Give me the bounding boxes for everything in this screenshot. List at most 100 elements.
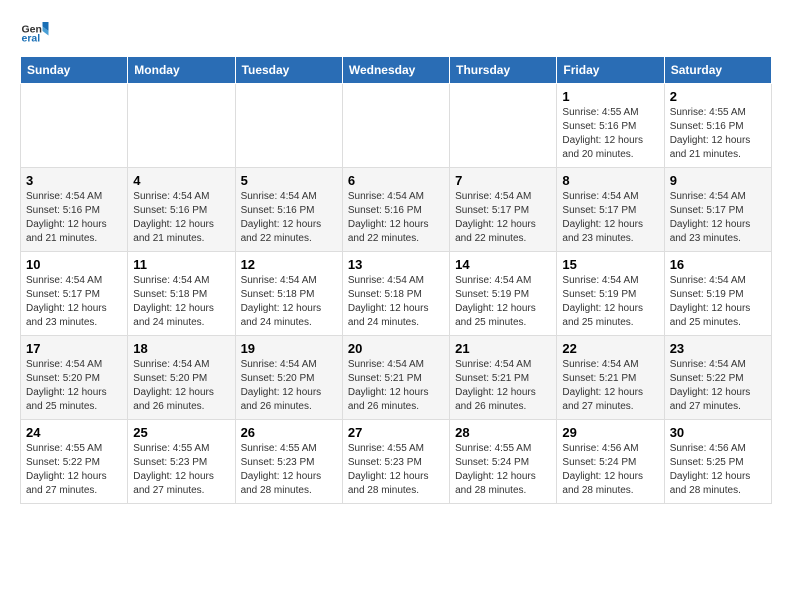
calendar-cell: 17Sunrise: 4:54 AM Sunset: 5:20 PM Dayli…	[21, 336, 128, 420]
day-info: Sunrise: 4:55 AM Sunset: 5:24 PM Dayligh…	[455, 442, 551, 498]
calendar-cell: 15 Sunrise: 4:54 AM Sunset: 5:19 PM Dayli…	[557, 252, 664, 336]
day-number: 12	[241, 257, 337, 272]
column-header-friday: Friday	[557, 57, 664, 84]
calendar-cell: 13 Sunrise: 4:54 AM Sunset: 5:18 PM Dayli…	[342, 252, 449, 336]
calendar-cell: 24 Sunrise: 4:55 AM Sunset: 5:22 PM Dayli…	[21, 420, 128, 504]
day-info: Sunrise: 4:55 AM Sunset: 5:16 PM Dayligh…	[562, 106, 658, 162]
day-info: Sunrise: 4:55 AM Sunset: 5:22 PM Dayligh…	[26, 442, 122, 498]
day-info: Sunrise: 4:55 AM Sunset: 5:16 PM Dayligh…	[670, 106, 766, 162]
calendar-cell: 11 Sunrise: 4:54 AM Sunset: 5:18 PM Dayli…	[128, 252, 235, 336]
calendar-week-2: 10 Sunrise: 4:54 AM Sunset: 5:17 PM Dayli…	[21, 252, 772, 336]
day-info: Sunrise: 4:56 AM Sunset: 5:25 PM Dayligh…	[670, 442, 766, 498]
calendar-cell: 18 Sunrise: 4:54 AM Sunset: 5:20 PM Dayli…	[128, 336, 235, 420]
day-info: Sunrise: 4:54 AM Sunset: 5:17 PM Dayligh…	[26, 274, 122, 330]
day-info: Sunrise: 4:54 AM Sunset: 5:18 PM Dayligh…	[133, 274, 229, 330]
calendar-cell: 8 Sunrise: 4:54 AM Sunset: 5:17 PM Daylig…	[557, 168, 664, 252]
day-info: Sunrise: 4:54 AM Sunset: 5:16 PM Dayligh…	[348, 190, 444, 246]
day-number: 5	[241, 173, 337, 188]
calendar-cell: 25 Sunrise: 4:55 AM Sunset: 5:23 PM Dayli…	[128, 420, 235, 504]
calendar-cell: 30 Sunrise: 4:56 AM Sunset: 5:25 PM Dayli…	[664, 420, 771, 504]
day-info: Sunrise: 4:54 AM Sunset: 5:17 PM Dayligh…	[562, 190, 658, 246]
day-number: 1	[562, 89, 658, 104]
day-info: Sunrise: 4:55 AM Sunset: 5:23 PM Dayligh…	[241, 442, 337, 498]
day-number: 25	[133, 425, 229, 440]
day-info: Sunrise: 4:54 AM Sunset: 5:21 PM Dayligh…	[562, 358, 658, 414]
day-number: 27	[348, 425, 444, 440]
column-header-wednesday: Wednesday	[342, 57, 449, 84]
day-number: 10	[26, 257, 122, 272]
column-header-monday: Monday	[128, 57, 235, 84]
column-header-saturday: Saturday	[664, 57, 771, 84]
day-number: 9	[670, 173, 766, 188]
day-info: Sunrise: 4:54 AM Sunset: 5:20 PM Dayligh…	[26, 358, 122, 414]
day-number: 18	[133, 341, 229, 356]
header: Gen eral	[20, 16, 772, 46]
calendar-cell: 19Sunrise: 4:54 AM Sunset: 5:20 PM Dayli…	[235, 336, 342, 420]
day-info: Sunrise: 4:54 AM Sunset: 5:16 PM Dayligh…	[241, 190, 337, 246]
day-number: 2	[670, 89, 766, 104]
calendar-week-1: 3 Sunrise: 4:54 AM Sunset: 5:16 PM Daylig…	[21, 168, 772, 252]
day-info: Sunrise: 4:54 AM Sunset: 5:16 PM Dayligh…	[26, 190, 122, 246]
svg-text:eral: eral	[22, 33, 41, 45]
calendar-cell	[235, 84, 342, 168]
day-number: 28	[455, 425, 551, 440]
day-number: 11	[133, 257, 229, 272]
day-info: Sunrise: 4:55 AM Sunset: 5:23 PM Dayligh…	[133, 442, 229, 498]
column-header-thursday: Thursday	[450, 57, 557, 84]
day-number: 7	[455, 173, 551, 188]
calendar-cell: 27 Sunrise: 4:55 AM Sunset: 5:23 PM Dayli…	[342, 420, 449, 504]
day-info: Sunrise: 4:54 AM Sunset: 5:18 PM Dayligh…	[241, 274, 337, 330]
calendar-cell: 23 Sunrise: 4:54 AM Sunset: 5:22 PM Dayli…	[664, 336, 771, 420]
day-number: 29	[562, 425, 658, 440]
day-number: 24	[26, 425, 122, 440]
day-number: 3	[26, 173, 122, 188]
day-info: Sunrise: 4:55 AM Sunset: 5:23 PM Dayligh…	[348, 442, 444, 498]
calendar-cell: 29 Sunrise: 4:56 AM Sunset: 5:24 PM Dayli…	[557, 420, 664, 504]
calendar-cell: 4Sunrise: 4:54 AM Sunset: 5:16 PM Daylig…	[128, 168, 235, 252]
calendar-header-row: SundayMondayTuesdayWednesdayThursdayFrid…	[21, 57, 772, 84]
calendar-cell: 6 Sunrise: 4:54 AM Sunset: 5:16 PM Daylig…	[342, 168, 449, 252]
column-header-sunday: Sunday	[21, 57, 128, 84]
calendar-cell: 12 Sunrise: 4:54 AM Sunset: 5:18 PM Dayli…	[235, 252, 342, 336]
calendar-cell: 7 Sunrise: 4:54 AM Sunset: 5:17 PM Daylig…	[450, 168, 557, 252]
day-number: 6	[348, 173, 444, 188]
calendar-cell: 5 Sunrise: 4:54 AM Sunset: 5:16 PM Daylig…	[235, 168, 342, 252]
calendar-cell: 2 Sunrise: 4:55 AM Sunset: 5:16 PM Daylig…	[664, 84, 771, 168]
page: Gen eral SundayMondayTuesdayWednesdayThu…	[0, 0, 792, 520]
day-info: Sunrise: 4:54 AM Sunset: 5:19 PM Dayligh…	[670, 274, 766, 330]
day-info: Sunrise: 4:54 AM Sunset: 5:21 PM Dayligh…	[455, 358, 551, 414]
calendar-cell	[342, 84, 449, 168]
column-header-tuesday: Tuesday	[235, 57, 342, 84]
calendar-cell: 16Sunrise: 4:54 AM Sunset: 5:19 PM Dayli…	[664, 252, 771, 336]
day-number: 13	[348, 257, 444, 272]
day-info: Sunrise: 4:54 AM Sunset: 5:17 PM Dayligh…	[670, 190, 766, 246]
day-info: Sunrise: 4:56 AM Sunset: 5:24 PM Dayligh…	[562, 442, 658, 498]
day-info: Sunrise: 4:54 AM Sunset: 5:20 PM Dayligh…	[241, 358, 337, 414]
logo-icon: Gen eral	[20, 16, 50, 46]
calendar-week-3: 17Sunrise: 4:54 AM Sunset: 5:20 PM Dayli…	[21, 336, 772, 420]
day-info: Sunrise: 4:54 AM Sunset: 5:18 PM Dayligh…	[348, 274, 444, 330]
calendar-cell: 14 Sunrise: 4:54 AM Sunset: 5:19 PM Dayli…	[450, 252, 557, 336]
calendar-cell: 3 Sunrise: 4:54 AM Sunset: 5:16 PM Daylig…	[21, 168, 128, 252]
calendar-cell: 28 Sunrise: 4:55 AM Sunset: 5:24 PM Dayli…	[450, 420, 557, 504]
day-number: 15	[562, 257, 658, 272]
calendar-cell: 10 Sunrise: 4:54 AM Sunset: 5:17 PM Dayli…	[21, 252, 128, 336]
day-info: Sunrise: 4:54 AM Sunset: 5:22 PM Dayligh…	[670, 358, 766, 414]
day-number: 4	[133, 173, 229, 188]
day-number: 20	[348, 341, 444, 356]
day-info: Sunrise: 4:54 AM Sunset: 5:17 PM Dayligh…	[455, 190, 551, 246]
day-info: Sunrise: 4:54 AM Sunset: 5:21 PM Dayligh…	[348, 358, 444, 414]
day-info: Sunrise: 4:54 AM Sunset: 5:20 PM Dayligh…	[133, 358, 229, 414]
calendar-cell: 1 Sunrise: 4:55 AM Sunset: 5:16 PM Daylig…	[557, 84, 664, 168]
calendar-cell	[21, 84, 128, 168]
day-number: 14	[455, 257, 551, 272]
day-number: 8	[562, 173, 658, 188]
calendar-cell	[450, 84, 557, 168]
day-info: Sunrise: 4:54 AM Sunset: 5:19 PM Dayligh…	[562, 274, 658, 330]
day-number: 23	[670, 341, 766, 356]
calendar-week-0: 1 Sunrise: 4:55 AM Sunset: 5:16 PM Daylig…	[21, 84, 772, 168]
day-number: 30	[670, 425, 766, 440]
calendar-cell: 22Sunrise: 4:54 AM Sunset: 5:21 PM Dayli…	[557, 336, 664, 420]
calendar-cell: 21Sunrise: 4:54 AM Sunset: 5:21 PM Dayli…	[450, 336, 557, 420]
day-info: Sunrise: 4:54 AM Sunset: 5:19 PM Dayligh…	[455, 274, 551, 330]
